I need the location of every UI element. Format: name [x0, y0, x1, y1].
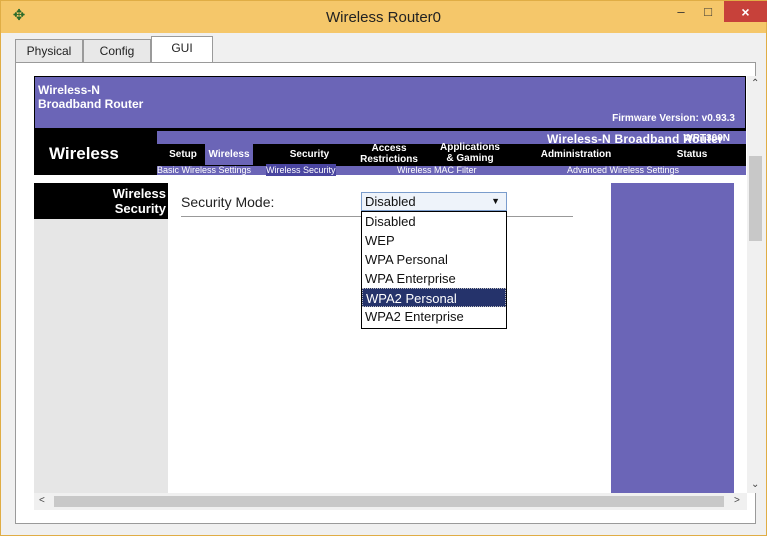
model-number: WRT300N: [683, 133, 730, 144]
right-column: [611, 183, 734, 493]
tab-physical[interactable]: Physical: [15, 39, 83, 62]
brand-name: Wireless-N Broadband Router: [38, 83, 144, 111]
router-web-page: Wireless-N Broadband Router Firmware Ver…: [34, 76, 746, 493]
scroll-left-icon[interactable]: <: [39, 495, 45, 506]
nav-tab-applications-gaming[interactable]: Applications & Gaming: [430, 142, 510, 164]
nav-tab-administration[interactable]: Administration: [529, 149, 623, 160]
app-window: ✥ Wireless Router0 – □ × Physical Config…: [0, 0, 767, 536]
router-main-tabs: Setup Wireless Security Access Restricti…: [157, 142, 746, 165]
option-disabled[interactable]: Disabled: [362, 212, 506, 231]
tab-config[interactable]: Config: [83, 39, 151, 62]
security-mode-value: Disabled: [365, 194, 416, 209]
nav-tab-setup[interactable]: Setup: [163, 149, 203, 160]
option-wpa-personal[interactable]: WPA Personal: [362, 250, 506, 269]
security-mode-select[interactable]: Disabled ▼: [361, 192, 507, 211]
gui-panel: Wireless-N Broadband Router Firmware Ver…: [15, 62, 764, 524]
firmware-version: Firmware Version: v0.93.3: [612, 113, 735, 124]
nav-tab-wireless[interactable]: Wireless: [205, 144, 253, 165]
security-mode-label: Security Mode:: [181, 194, 275, 210]
nav-tab-access-restrictions[interactable]: Access Restrictions: [353, 143, 425, 165]
subtab-wireless-security[interactable]: Wireless Security: [266, 164, 336, 176]
horizontal-scrollbar[interactable]: < >: [34, 493, 747, 510]
security-mode-dropdown: Disabled WEP WPA Personal WPA Enterprise…: [361, 211, 507, 329]
subtab-mac-filter[interactable]: Wireless MAC Filter: [397, 164, 477, 176]
window-title: Wireless Router0: [325, 9, 442, 26]
option-wep[interactable]: WEP: [362, 231, 506, 250]
tab-gui[interactable]: GUI: [151, 36, 213, 62]
option-wpa2-personal[interactable]: WPA2 Personal: [362, 288, 506, 307]
title-bar[interactable]: ✥ Wireless Router0 – □ ×: [1, 1, 767, 33]
vertical-scroll-thumb[interactable]: [749, 156, 762, 241]
scroll-down-icon[interactable]: ⌄: [751, 479, 759, 490]
option-wpa2-enterprise[interactable]: WPA2 Enterprise: [362, 307, 506, 326]
left-heading: Wireless Security: [34, 183, 168, 219]
subtab-basic-wireless[interactable]: Basic Wireless Settings: [157, 164, 251, 176]
router-navbar: Wireless Wireless-N Broadband Router WRT…: [34, 129, 746, 176]
subtab-advanced-wireless[interactable]: Advanced Wireless Settings: [567, 164, 679, 176]
option-wpa-enterprise[interactable]: WPA Enterprise: [362, 269, 506, 288]
vertical-scrollbar[interactable]: ⌃ ⌄: [747, 76, 764, 493]
section-title: Wireless: [49, 144, 119, 163]
close-button[interactable]: ×: [724, 1, 767, 22]
minimize-button[interactable]: –: [668, 1, 694, 23]
nav-tab-status[interactable]: Status: [662, 149, 722, 160]
nav-tab-security[interactable]: Security: [282, 149, 337, 160]
left-column: Wireless Security: [34, 183, 168, 493]
scroll-up-icon[interactable]: ⌃: [751, 78, 759, 89]
router-sub-tabs: Basic Wireless Settings Wireless Securit…: [157, 164, 746, 176]
chevron-down-icon: ▼: [491, 196, 500, 206]
scroll-right-icon[interactable]: >: [734, 495, 740, 506]
brand-header: Wireless-N Broadband Router Firmware Ver…: [34, 76, 746, 129]
maximize-button[interactable]: □: [694, 1, 722, 23]
horizontal-scroll-thumb[interactable]: [54, 496, 724, 507]
